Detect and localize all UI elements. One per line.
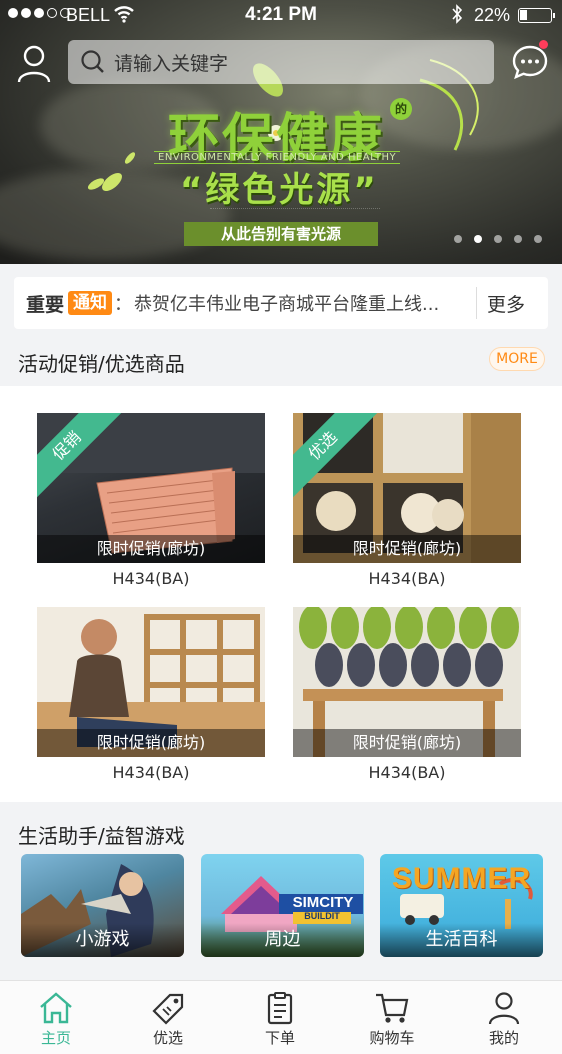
bottom-tab-bar: 主页 优选 下单 购物车 我的 — [0, 980, 562, 1054]
product-image[interactable]: 优选 限时促销(廊坊) — [293, 413, 521, 563]
tab-featured[interactable]: 优选 — [112, 981, 224, 1054]
product-caption: 限时促销(廊坊) — [293, 729, 521, 757]
product-caption: 限时促销(廊坊) — [37, 729, 265, 757]
home-icon — [40, 992, 72, 1024]
banner-headline-suffix: 的 — [390, 98, 412, 120]
notice-tag: 通知 — [68, 291, 113, 315]
tag-icon — [152, 993, 184, 1025]
tab-label: 下单 — [264, 1029, 295, 1047]
message-button[interactable] — [510, 40, 550, 82]
status-bar: BELL 4:21 PM 22% — [0, 0, 562, 30]
banner-tagline: 从此告别有害光源 — [184, 222, 378, 246]
product-name[interactable]: H434(BA) — [37, 763, 265, 782]
tab-label: 我的 — [488, 1029, 519, 1047]
tile-mini-games[interactable]: 小游戏 — [21, 854, 184, 957]
tile-life-encyclopedia[interactable]: SUMMER 生活百科 — [380, 854, 543, 957]
tile-label: 小游戏 — [21, 923, 184, 957]
product-card[interactable]: 限时促销(廊坊) H434(BA) — [293, 607, 521, 782]
product-caption: 限时促销(廊坊) — [293, 535, 521, 563]
bluetooth-icon — [450, 3, 464, 30]
product-card[interactable]: 促销 限时促销(廊坊) H434(BA) — [37, 413, 265, 588]
notice-text[interactable]: 恭贺亿丰伟业电子商城平台隆重上线... — [134, 290, 464, 316]
promo-section-title: 活动促销/优选商品 — [18, 352, 185, 376]
product-card[interactable]: 优选 限时促销(廊坊) H434(BA) — [293, 413, 521, 588]
tab-label: 购物车 — [369, 1029, 415, 1047]
clipboard-icon — [267, 992, 293, 1025]
simcity-logo: SIMCITY — [292, 894, 354, 911]
tab-label: 主页 — [40, 1029, 71, 1047]
tile-nearby[interactable]: SIMCITY BUILDIT 周边 — [201, 854, 364, 957]
battery-icon — [518, 8, 555, 23]
search-input[interactable]: 请输入关键字 — [114, 49, 228, 76]
notice-colon: ： — [114, 294, 133, 315]
notice-bar[interactable]: 重要 通知 ： 恭贺亿丰伟业电子商城平台隆重上线... 更多 — [14, 277, 548, 329]
unread-dot — [539, 40, 548, 49]
pager-dot[interactable] — [514, 235, 522, 243]
notice-more-link[interactable]: 更多 — [487, 290, 525, 317]
search-bar[interactable]: 请输入关键字 — [68, 40, 494, 84]
pager-dot-active[interactable] — [474, 235, 482, 243]
pager-dot[interactable] — [534, 235, 542, 243]
cart-icon — [376, 993, 409, 1023]
product-image[interactable]: 促销 限时促销(廊坊) — [37, 413, 265, 563]
promo-more-button[interactable]: MORE — [489, 347, 545, 371]
summer-logo: SUMMER — [391, 862, 532, 895]
pager-dot[interactable] — [494, 235, 502, 243]
tab-cart[interactable]: 购物车 — [336, 981, 448, 1054]
banner-slogan: 环保健康 的 ENVIRONMENTALLY FRIENDLY AND HEAL… — [150, 90, 460, 250]
product-name[interactable]: H434(BA) — [293, 569, 521, 588]
banner-subtitle: “绿色光源” — [180, 170, 379, 210]
product-name[interactable]: H434(BA) — [37, 569, 265, 588]
tab-mine[interactable]: 我的 — [448, 981, 560, 1054]
product-image[interactable]: 限时促销(廊坊) — [37, 607, 265, 757]
tab-home[interactable]: 主页 — [0, 981, 112, 1054]
banner-pager[interactable] — [454, 235, 542, 243]
notice-label: 重要 — [26, 293, 65, 316]
simcity-logo-sub: BUILDIT — [304, 911, 340, 921]
user-icon — [488, 992, 520, 1025]
tile-label: 生活百科 — [380, 923, 543, 957]
product-grid: 促销 限时促销(廊坊) H434(BA) 优选 限时促销(廊坊) H434(BA… — [0, 386, 562, 802]
product-caption: 限时促销(廊坊) — [37, 535, 265, 563]
pager-dot[interactable] — [454, 235, 462, 243]
user-icon — [17, 45, 51, 83]
product-card[interactable]: 限时促销(廊坊) H434(BA) — [37, 607, 265, 782]
product-name[interactable]: H434(BA) — [293, 763, 521, 782]
tile-label: 周边 — [201, 923, 364, 957]
search-icon — [81, 50, 104, 73]
life-section-title: 生活助手/益智游戏 — [18, 824, 185, 848]
tab-label: 优选 — [152, 1029, 183, 1047]
battery-percent: 22% — [474, 5, 511, 25]
product-image[interactable]: 限时促销(廊坊) — [293, 607, 521, 757]
notice-divider — [476, 287, 478, 319]
profile-button[interactable] — [16, 44, 52, 84]
tab-order[interactable]: 下单 — [224, 981, 336, 1054]
